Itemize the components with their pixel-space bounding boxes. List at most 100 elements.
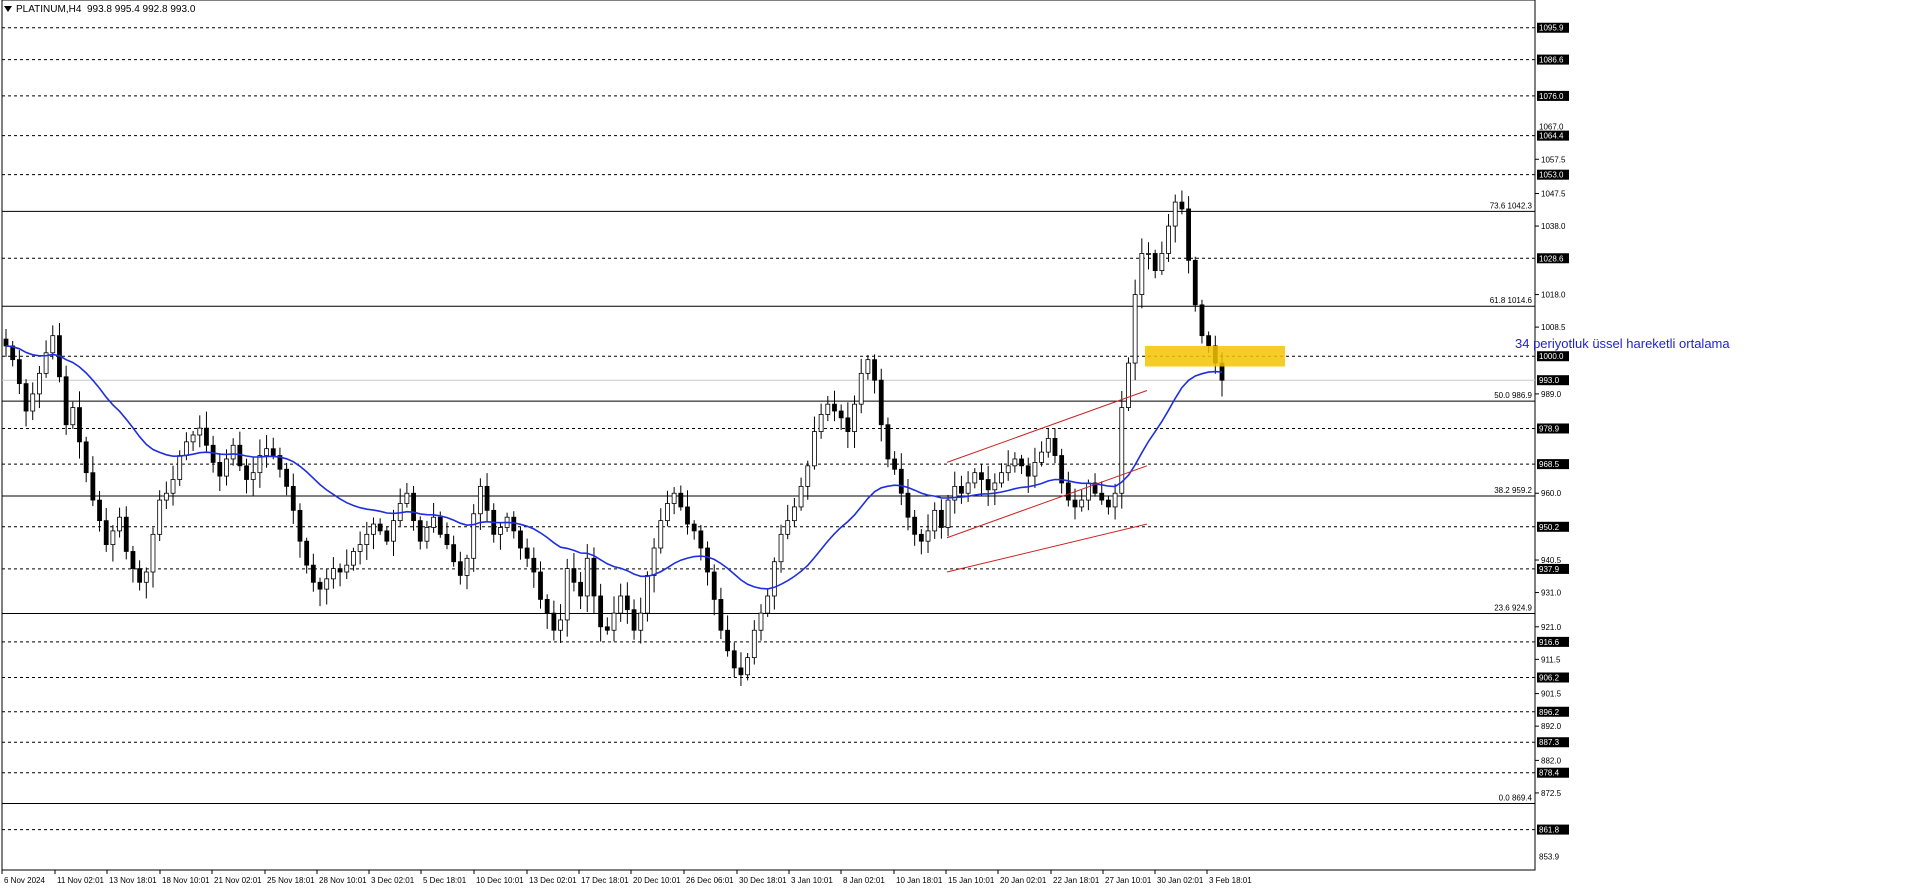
candle-body bbox=[137, 568, 143, 583]
candle-body bbox=[938, 509, 944, 528]
candle-body bbox=[97, 499, 102, 522]
chart-header: PLATINUM,H4 993.8 995.4 992.8 993.0 bbox=[4, 4, 195, 15]
y-tick-label: 1018.0 bbox=[1541, 291, 1566, 300]
candle-body bbox=[825, 403, 831, 415]
candle-body bbox=[892, 458, 898, 470]
candle-body bbox=[858, 372, 864, 405]
channel-line-lower bbox=[946, 523, 1148, 573]
candle-body bbox=[591, 557, 597, 597]
x-tick-label: 10 Jan 18:01 bbox=[896, 876, 943, 885]
price-tag-label: 1053.0 bbox=[1539, 171, 1564, 180]
x-tick-label: 27 Jan 10:01 bbox=[1105, 876, 1152, 885]
x-tick-label: 3 Dec 02:01 bbox=[371, 876, 415, 885]
price-tag-label: 978.9 bbox=[1539, 424, 1560, 433]
candle-body bbox=[1126, 362, 1131, 408]
candle-body bbox=[330, 568, 336, 580]
candle-body bbox=[37, 372, 42, 395]
candle-body bbox=[143, 571, 149, 583]
x-tick-label: 15 Jan 10:01 bbox=[948, 876, 995, 885]
candle-body bbox=[424, 527, 430, 542]
candle-body bbox=[157, 499, 163, 535]
candle-body bbox=[611, 612, 617, 631]
candle-body bbox=[471, 513, 477, 559]
y-tick-label: 921.0 bbox=[1541, 623, 1562, 632]
candle-body bbox=[771, 561, 777, 597]
price-tag-label: 1067.0 bbox=[1539, 123, 1564, 132]
x-tick-label: 13 Nov 18:01 bbox=[109, 876, 157, 885]
candle-body bbox=[705, 547, 710, 573]
y-tick-label: 1047.5 bbox=[1541, 190, 1566, 199]
candle-body bbox=[1085, 482, 1091, 501]
candle-body bbox=[852, 403, 857, 432]
x-tick-label: 5 Dec 18:01 bbox=[423, 876, 467, 885]
candle-body bbox=[264, 448, 269, 456]
candle-body bbox=[671, 492, 677, 504]
candle-body bbox=[484, 485, 490, 511]
price-tag-label: 993.0 bbox=[1539, 376, 1560, 385]
y-tick-label: 882.0 bbox=[1541, 756, 1562, 765]
candle-body bbox=[444, 533, 450, 546]
candle-body bbox=[364, 533, 370, 546]
candle-body bbox=[598, 595, 604, 628]
candle-body bbox=[1192, 259, 1198, 306]
plot-frame bbox=[1, 0, 1536, 871]
candle-body bbox=[551, 612, 557, 631]
candle-body bbox=[945, 499, 951, 528]
candle-body bbox=[10, 345, 16, 361]
price-tag-label: 896.2 bbox=[1539, 708, 1560, 717]
candle-body bbox=[63, 376, 69, 426]
candle-body bbox=[999, 472, 1004, 484]
chart-area[interactable]: 1057.5 1047.5 1038.0 1018.0 1008.5 989.0 960.0… bbox=[0, 0, 1916, 888]
candle-body bbox=[1106, 499, 1111, 508]
candle-body bbox=[885, 424, 891, 460]
price-tag-label: 937.9 bbox=[1539, 565, 1560, 574]
price-tag-label: 968.5 bbox=[1539, 460, 1560, 469]
candle-body bbox=[1065, 482, 1071, 501]
candle-body bbox=[477, 485, 483, 515]
y-tick-label: 931.0 bbox=[1541, 589, 1562, 598]
candle-body bbox=[584, 557, 590, 597]
candle-body bbox=[1032, 462, 1038, 477]
candle-body bbox=[865, 359, 871, 374]
y-tick-label: 989.0 bbox=[1541, 390, 1562, 399]
x-tick-label: 28 Nov 10:01 bbox=[319, 876, 367, 885]
candle-body bbox=[337, 568, 343, 573]
candle-body bbox=[351, 551, 356, 566]
candle-body bbox=[518, 530, 523, 549]
candle-body bbox=[959, 485, 964, 494]
candle-body bbox=[698, 530, 704, 549]
candle-body bbox=[538, 571, 543, 600]
candle-body bbox=[791, 506, 797, 522]
x-tick-label: 30 Dec 18:01 bbox=[739, 876, 787, 885]
candle-body bbox=[130, 551, 136, 569]
candle-body bbox=[50, 335, 56, 354]
candle-body bbox=[979, 472, 984, 480]
candle-body bbox=[925, 530, 931, 542]
fib-level-label: 73.6 1042.3 bbox=[1490, 201, 1533, 210]
y-tick-label: 1038.0 bbox=[1541, 222, 1566, 231]
candle-body bbox=[183, 441, 189, 456]
candle-body bbox=[163, 492, 169, 501]
candle-body bbox=[531, 557, 537, 573]
candle-body bbox=[23, 383, 29, 412]
candle-body bbox=[798, 485, 804, 508]
collapse-triangle-icon[interactable] bbox=[4, 6, 12, 13]
x-tick-label: 30 Jan 02:01 bbox=[1157, 876, 1204, 885]
candle-body bbox=[758, 612, 764, 631]
candle-body bbox=[1139, 253, 1145, 295]
candle-body bbox=[578, 581, 583, 597]
x-tick-label: 6 Nov 2024 bbox=[4, 876, 45, 885]
candle-body bbox=[564, 568, 570, 621]
candle-body bbox=[1072, 499, 1078, 508]
candle-body bbox=[711, 571, 717, 600]
fib-level-label: 0.0 869.4 bbox=[1499, 794, 1533, 803]
candle-body bbox=[905, 492, 911, 518]
x-tick-label: 25 Nov 18:01 bbox=[267, 876, 315, 885]
candle-body bbox=[1019, 458, 1024, 467]
candle-body bbox=[1146, 253, 1151, 255]
candle-body bbox=[103, 520, 109, 546]
price-chart[interactable]: 1057.5 1047.5 1038.0 1018.0 1008.5 989.0 960.0… bbox=[0, 0, 1916, 888]
price-tag-label: 1000.0 bbox=[1539, 352, 1564, 361]
candle-body bbox=[524, 547, 530, 559]
candle-body bbox=[498, 527, 503, 535]
